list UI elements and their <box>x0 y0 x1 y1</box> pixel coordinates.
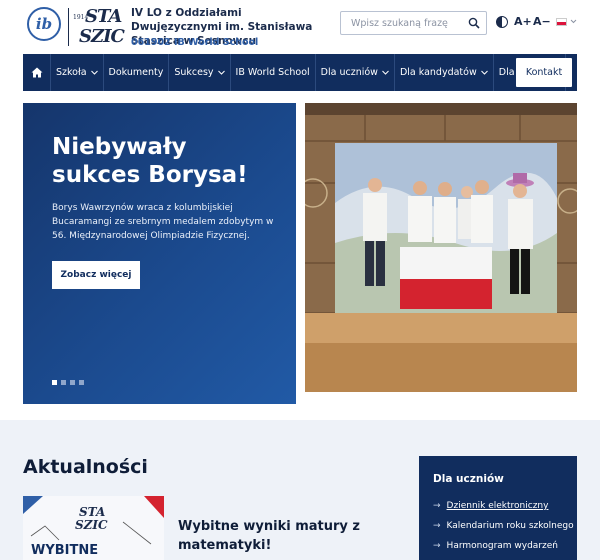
search-box <box>340 11 487 35</box>
arrow-right-icon: → <box>433 501 441 511</box>
slider-dots <box>52 380 84 385</box>
home-icon <box>31 67 42 78</box>
students-link-harmonogram[interactable]: → Harmonogram wydarzeń <box>433 541 558 551</box>
chevron-down-icon <box>382 70 389 75</box>
chevron-down-icon <box>217 70 225 75</box>
see-more-button[interactable]: Zobacz więcej <box>52 261 140 289</box>
logo-line-2: SZIC <box>79 26 125 47</box>
polish-flag-icon[interactable] <box>556 18 567 26</box>
hero-photo[interactable] <box>305 103 577 392</box>
slider-dot[interactable] <box>52 380 57 385</box>
nav-item-dla-uczniow[interactable]: Dla uczniów <box>316 54 395 91</box>
contact-button[interactable]: Kontakt <box>516 58 572 87</box>
students-link-kalendarium[interactable]: → Kalendarium roku szkolnego <box>433 521 574 531</box>
slider-dot[interactable] <box>79 380 84 385</box>
school-code: 061902 IB World School <box>131 37 259 48</box>
students-link-label: Kalendarium roku szkolnego <box>446 521 574 531</box>
nav-item-dla-kandydatow[interactable]: Dla kandydatów <box>395 54 494 91</box>
news-thumbnail[interactable]: STA SZIC WYBITNE <box>23 496 164 560</box>
logo-divider <box>68 8 69 46</box>
chevron-down-icon[interactable] <box>570 17 577 25</box>
news-section: Aktualności STA SZIC WYBITNE Wybitne wyn… <box>0 420 600 560</box>
news-headline[interactable]: Wybitne wyniki matury z matematyki! <box>178 517 378 555</box>
home-button[interactable] <box>23 54 51 91</box>
ib-logo-text: ib <box>35 15 53 33</box>
hero-text: Borys Wawrzynów wraca z kolumbijskiej Bu… <box>52 203 274 241</box>
svg-text:SZIC: SZIC <box>75 518 108 532</box>
font-decrease-button[interactable]: A− <box>533 15 551 28</box>
news-section-title: Aktualności <box>23 456 148 478</box>
nav-item-label: Szkoła <box>56 67 87 78</box>
students-box-title: Dla uczniów <box>433 473 504 485</box>
students-link-label: Dziennik elektroniczny <box>446 501 549 511</box>
arrow-right-icon: → <box>433 541 441 551</box>
nav-item-ib-world-school[interactable]: IB World School <box>231 54 316 91</box>
font-increase-button[interactable]: A+ <box>514 15 532 28</box>
arrow-right-icon: → <box>433 521 441 531</box>
hero-title: Niebywały sukces Borysa! <box>52 134 248 188</box>
hero-panel: Niebywały sukces Borysa! Borys Wawrzynów… <box>23 103 296 404</box>
svg-text:STA: STA <box>79 505 105 519</box>
nav-item-label: IB World School <box>235 67 310 78</box>
staszic-logo[interactable]: 1914 STA SZIC <box>73 4 125 48</box>
slider-dot[interactable] <box>61 380 66 385</box>
students-link-dziennik[interactable]: → Dziennik elektroniczny <box>433 501 548 511</box>
news-thumbnail-image: STA SZIC WYBITNE <box>23 496 164 560</box>
nav-item-szkola[interactable]: Szkoła <box>51 54 104 91</box>
nav-item-label: Dla uczniów <box>320 67 378 78</box>
nav-item-sukcesy[interactable]: Sukcesy <box>169 54 231 91</box>
slider-dot[interactable] <box>70 380 75 385</box>
ib-logo[interactable]: ib <box>27 7 61 41</box>
main-nav: Szkoła Dokumenty Sukcesy IB World School… <box>23 54 577 91</box>
logo-line-1: STA <box>85 6 122 27</box>
search-input[interactable] <box>341 12 466 34</box>
chevron-down-icon <box>90 70 98 75</box>
team-photo-image <box>305 103 577 392</box>
thumbnail-text: WYBITNE <box>31 543 98 558</box>
site-header: ib 1914 STA SZIC IV LO z Oddziałami Dwuj… <box>0 0 600 54</box>
contrast-icon[interactable] <box>496 16 508 28</box>
nav-item-label: Dla kandydatów <box>399 67 477 78</box>
search-icon[interactable] <box>468 17 480 29</box>
students-link-label: Harmonogram wydarzeń <box>446 541 558 551</box>
chevron-down-icon <box>480 70 488 75</box>
nav-item-label: Dokumenty <box>108 67 164 78</box>
students-box: Dla uczniów → Dziennik elektroniczny → K… <box>419 456 577 560</box>
nav-item-dokumenty[interactable]: Dokumenty <box>104 54 170 91</box>
nav-item-label: Sukcesy <box>174 67 214 78</box>
